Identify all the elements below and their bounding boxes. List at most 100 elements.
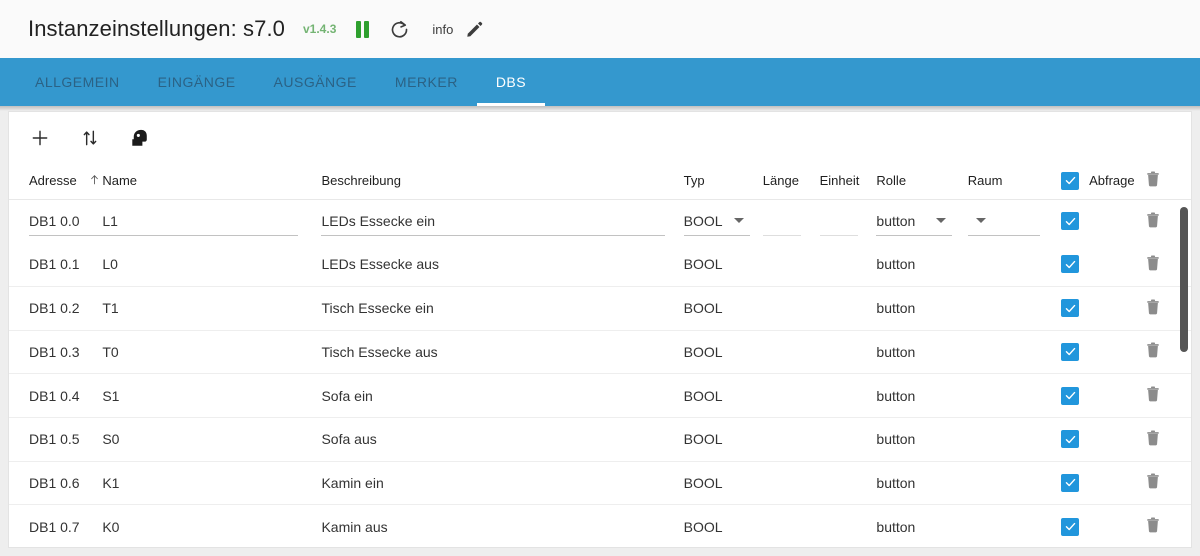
- table-row[interactable]: DB1 0.7 K0 Kamin aus BOOL button: [9, 504, 1191, 547]
- query-checkbox[interactable]: [1061, 255, 1080, 274]
- instance-settings-window: Instanzeinstellungen: s7.0 v1.4.3 info A…: [0, 0, 1200, 556]
- column-header-name[interactable]: Name: [102, 163, 322, 200]
- sort-ascending-icon: [91, 175, 99, 185]
- table-row[interactable]: DB1 0.3 T0 Tisch Essecke aus BOOL button: [9, 330, 1191, 375]
- tab-ausgaenge[interactable]: AUSGÄNGE: [255, 58, 376, 106]
- query-checkbox[interactable]: [1061, 342, 1080, 361]
- room-select[interactable]: [967, 206, 1040, 237]
- role-cell: button: [876, 431, 916, 448]
- name-cell: K0: [102, 518, 120, 535]
- column-header-abfrage: Abfrage: [1061, 163, 1145, 200]
- refresh-button[interactable]: [389, 17, 410, 41]
- column-header-rolle[interactable]: Rolle: [876, 163, 968, 200]
- column-header-laenge[interactable]: Länge: [762, 163, 820, 200]
- type-cell: BOOL: [683, 518, 723, 535]
- check-icon: [1065, 217, 1075, 225]
- tab-allgemein[interactable]: ALLGEMEIN: [16, 58, 139, 106]
- check-icon: [1065, 479, 1075, 487]
- role-cell: button: [876, 343, 916, 360]
- name-cell: K1: [102, 474, 120, 491]
- name-cell: S1: [102, 387, 120, 404]
- column-header-adresse-label: Adresse: [29, 173, 77, 189]
- type-select[interactable]: BOOL: [683, 206, 750, 237]
- info-link[interactable]: info: [432, 22, 453, 37]
- role-cell: button: [876, 256, 916, 273]
- trash-icon[interactable]: [1144, 211, 1162, 229]
- check-icon: [1065, 348, 1075, 356]
- description-cell: Tisch Essecke ein: [321, 300, 434, 317]
- dbs-table-wrapper: Adresse Name Beschreibung Typ Länge Einh…: [9, 163, 1191, 547]
- trash-icon[interactable]: [1144, 385, 1162, 403]
- address-cell: DB1 0.1: [29, 256, 80, 273]
- table-toolbar: [9, 112, 1191, 163]
- description-input[interactable]: LEDs Essecke ein: [321, 206, 666, 237]
- table-row[interactable]: DB1 0.0 L1 LEDs Essecke ein BOOL button: [9, 199, 1191, 243]
- name-cell: L0: [102, 256, 118, 273]
- tab-merker[interactable]: MERKER: [376, 58, 477, 106]
- role-cell: button: [876, 474, 916, 491]
- table-row[interactable]: DB1 0.6 K1 Kamin ein BOOL button: [9, 461, 1191, 506]
- select-all-checkbox[interactable]: [1061, 171, 1080, 190]
- check-icon: [1065, 435, 1075, 443]
- trash-icon[interactable]: [1144, 254, 1162, 272]
- trash-icon[interactable]: [1144, 341, 1162, 359]
- role-select[interactable]: button: [876, 206, 953, 237]
- length-input[interactable]: [762, 206, 801, 237]
- plus-icon: [32, 130, 48, 145]
- name-input[interactable]: L1: [102, 206, 299, 237]
- trash-icon[interactable]: [1144, 170, 1162, 188]
- check-icon: [1065, 523, 1075, 531]
- table-row[interactable]: DB1 0.4 S1 Sofa ein BOOL button: [9, 373, 1191, 418]
- type-cell: BOOL: [683, 387, 723, 404]
- column-header-beschreibung[interactable]: Beschreibung: [321, 163, 684, 200]
- column-header-typ[interactable]: Typ: [683, 163, 763, 200]
- add-row-button[interactable]: [27, 125, 53, 151]
- description-cell: Sofa aus: [321, 431, 377, 448]
- pause-icon: [356, 20, 370, 38]
- description-cell: LEDs Essecke aus: [321, 256, 439, 273]
- trash-icon[interactable]: [1144, 429, 1162, 447]
- description-cell: Sofa ein: [321, 387, 373, 404]
- profile-button[interactable]: [127, 125, 153, 151]
- main-tabs: ALLGEMEIN EINGÄNGE AUSGÄNGE MERKER DBS: [0, 58, 1200, 106]
- table-row[interactable]: DB1 0.5 S0 Sofa aus BOOL button: [9, 417, 1191, 462]
- name-cell: T0: [102, 343, 119, 360]
- table-header-row: Adresse Name Beschreibung Typ Länge Einh…: [9, 163, 1191, 200]
- query-checkbox[interactable]: [1061, 386, 1080, 405]
- dbs-table: Adresse Name Beschreibung Typ Länge Einh…: [9, 163, 1191, 547]
- table-body: DB1 0.0 L1 LEDs Essecke ein BOOL button DB1 0…: [9, 199, 1191, 547]
- page-title: Instanzeinstellungen: s7.0: [28, 16, 285, 41]
- address-input[interactable]: DB1 0.0: [29, 206, 107, 237]
- table-row[interactable]: DB1 0.2 T1 Tisch Essecke ein BOOL button: [9, 286, 1191, 331]
- sort-icon: [83, 130, 97, 145]
- type-cell: BOOL: [683, 256, 723, 273]
- trash-icon[interactable]: [1144, 298, 1162, 316]
- address-cell: DB1 0.6: [29, 474, 80, 491]
- pause-button[interactable]: [356, 17, 370, 41]
- query-checkbox[interactable]: [1061, 517, 1080, 536]
- type-cell: BOOL: [683, 343, 723, 360]
- query-checkbox[interactable]: [1061, 430, 1080, 449]
- check-icon: [1065, 391, 1075, 400]
- column-header-raum[interactable]: Raum: [967, 163, 1062, 200]
- unit-input[interactable]: [819, 206, 858, 237]
- description-cell: Kamin aus: [321, 518, 388, 535]
- vertical-scrollbar-thumb[interactable]: [1180, 207, 1188, 352]
- version-badge: v1.4.3: [303, 22, 337, 36]
- query-checkbox[interactable]: [1061, 212, 1080, 231]
- query-checkbox[interactable]: [1061, 473, 1080, 492]
- sort-button[interactable]: [77, 125, 103, 151]
- role-cell: button: [876, 300, 916, 317]
- trash-icon[interactable]: [1144, 516, 1162, 534]
- query-checkbox[interactable]: [1061, 299, 1080, 318]
- column-header-delete: [1144, 163, 1191, 200]
- column-header-adresse[interactable]: Adresse: [9, 163, 103, 200]
- tab-eingaenge[interactable]: EINGÄNGE: [139, 58, 255, 106]
- edit-button[interactable]: [465, 17, 484, 41]
- tab-dbs[interactable]: DBS: [476, 58, 546, 106]
- table-row[interactable]: DB1 0.1 L0 LEDs Essecke aus BOOL button: [9, 242, 1191, 287]
- pencil-icon: [467, 21, 483, 37]
- name-cell: S0: [102, 431, 120, 448]
- trash-icon[interactable]: [1144, 472, 1162, 490]
- column-header-einheit[interactable]: Einheit: [819, 163, 877, 200]
